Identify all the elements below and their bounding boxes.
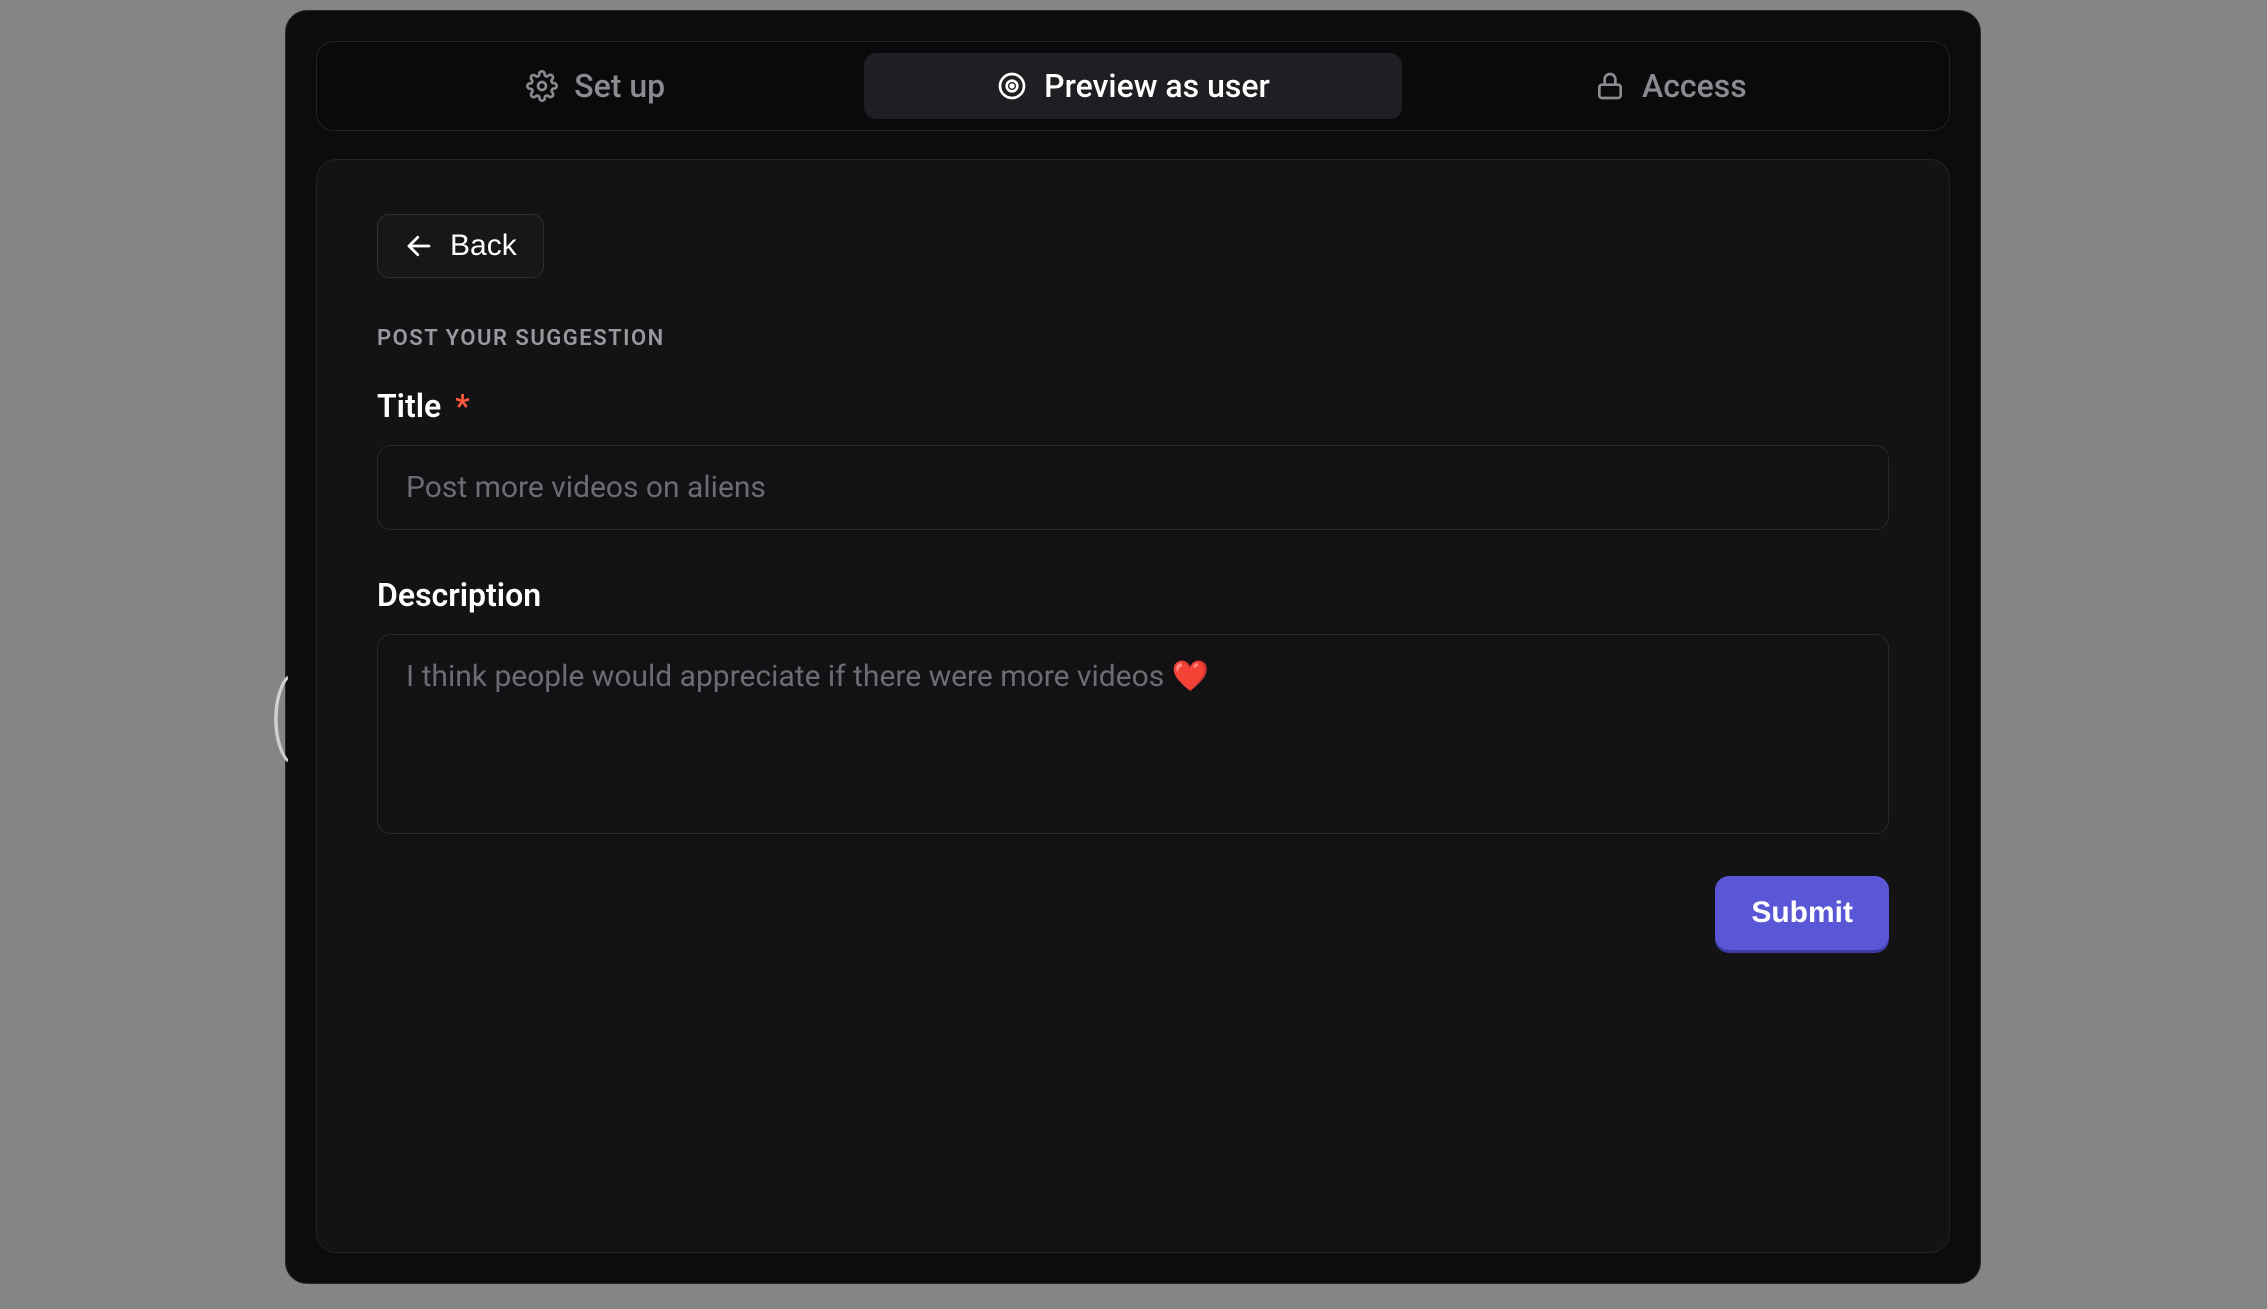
tab-preview-as-user[interactable]: Preview as user bbox=[864, 53, 1401, 119]
section-heading: POST YOUR SUGGESTION bbox=[377, 326, 1889, 351]
lock-icon bbox=[1594, 70, 1626, 102]
back-button[interactable]: Back bbox=[377, 214, 544, 278]
tab-access-label: Access bbox=[1642, 67, 1747, 105]
tab-preview-label: Preview as user bbox=[1044, 67, 1270, 105]
tab-set-up-label: Set up bbox=[574, 67, 665, 105]
submit-button[interactable]: Submit bbox=[1715, 876, 1889, 950]
gear-icon bbox=[526, 70, 558, 102]
description-textarea[interactable] bbox=[377, 634, 1889, 834]
submit-row: Submit bbox=[377, 876, 1889, 950]
tab-bar: Set up Preview as user bbox=[316, 41, 1950, 131]
tab-set-up[interactable]: Set up bbox=[327, 53, 864, 119]
required-asterisk: * bbox=[455, 387, 469, 425]
tab-access[interactable]: Access bbox=[1402, 53, 1939, 119]
edge-hint-paren: ( bbox=[270, 673, 289, 757]
app-outer-wrapper: ( Set up bbox=[275, 0, 1991, 1294]
title-label-row: Title * bbox=[377, 387, 1889, 425]
title-label: Title bbox=[377, 387, 441, 425]
app-frame: Set up Preview as user bbox=[285, 10, 1981, 1284]
back-button-label: Back bbox=[450, 229, 517, 263]
target-icon bbox=[996, 70, 1028, 102]
content-panel: Back POST YOUR SUGGESTION Title * Descri… bbox=[316, 159, 1950, 1253]
title-input[interactable] bbox=[377, 445, 1889, 530]
description-label: Description bbox=[377, 576, 1889, 614]
arrow-left-icon bbox=[404, 231, 434, 261]
